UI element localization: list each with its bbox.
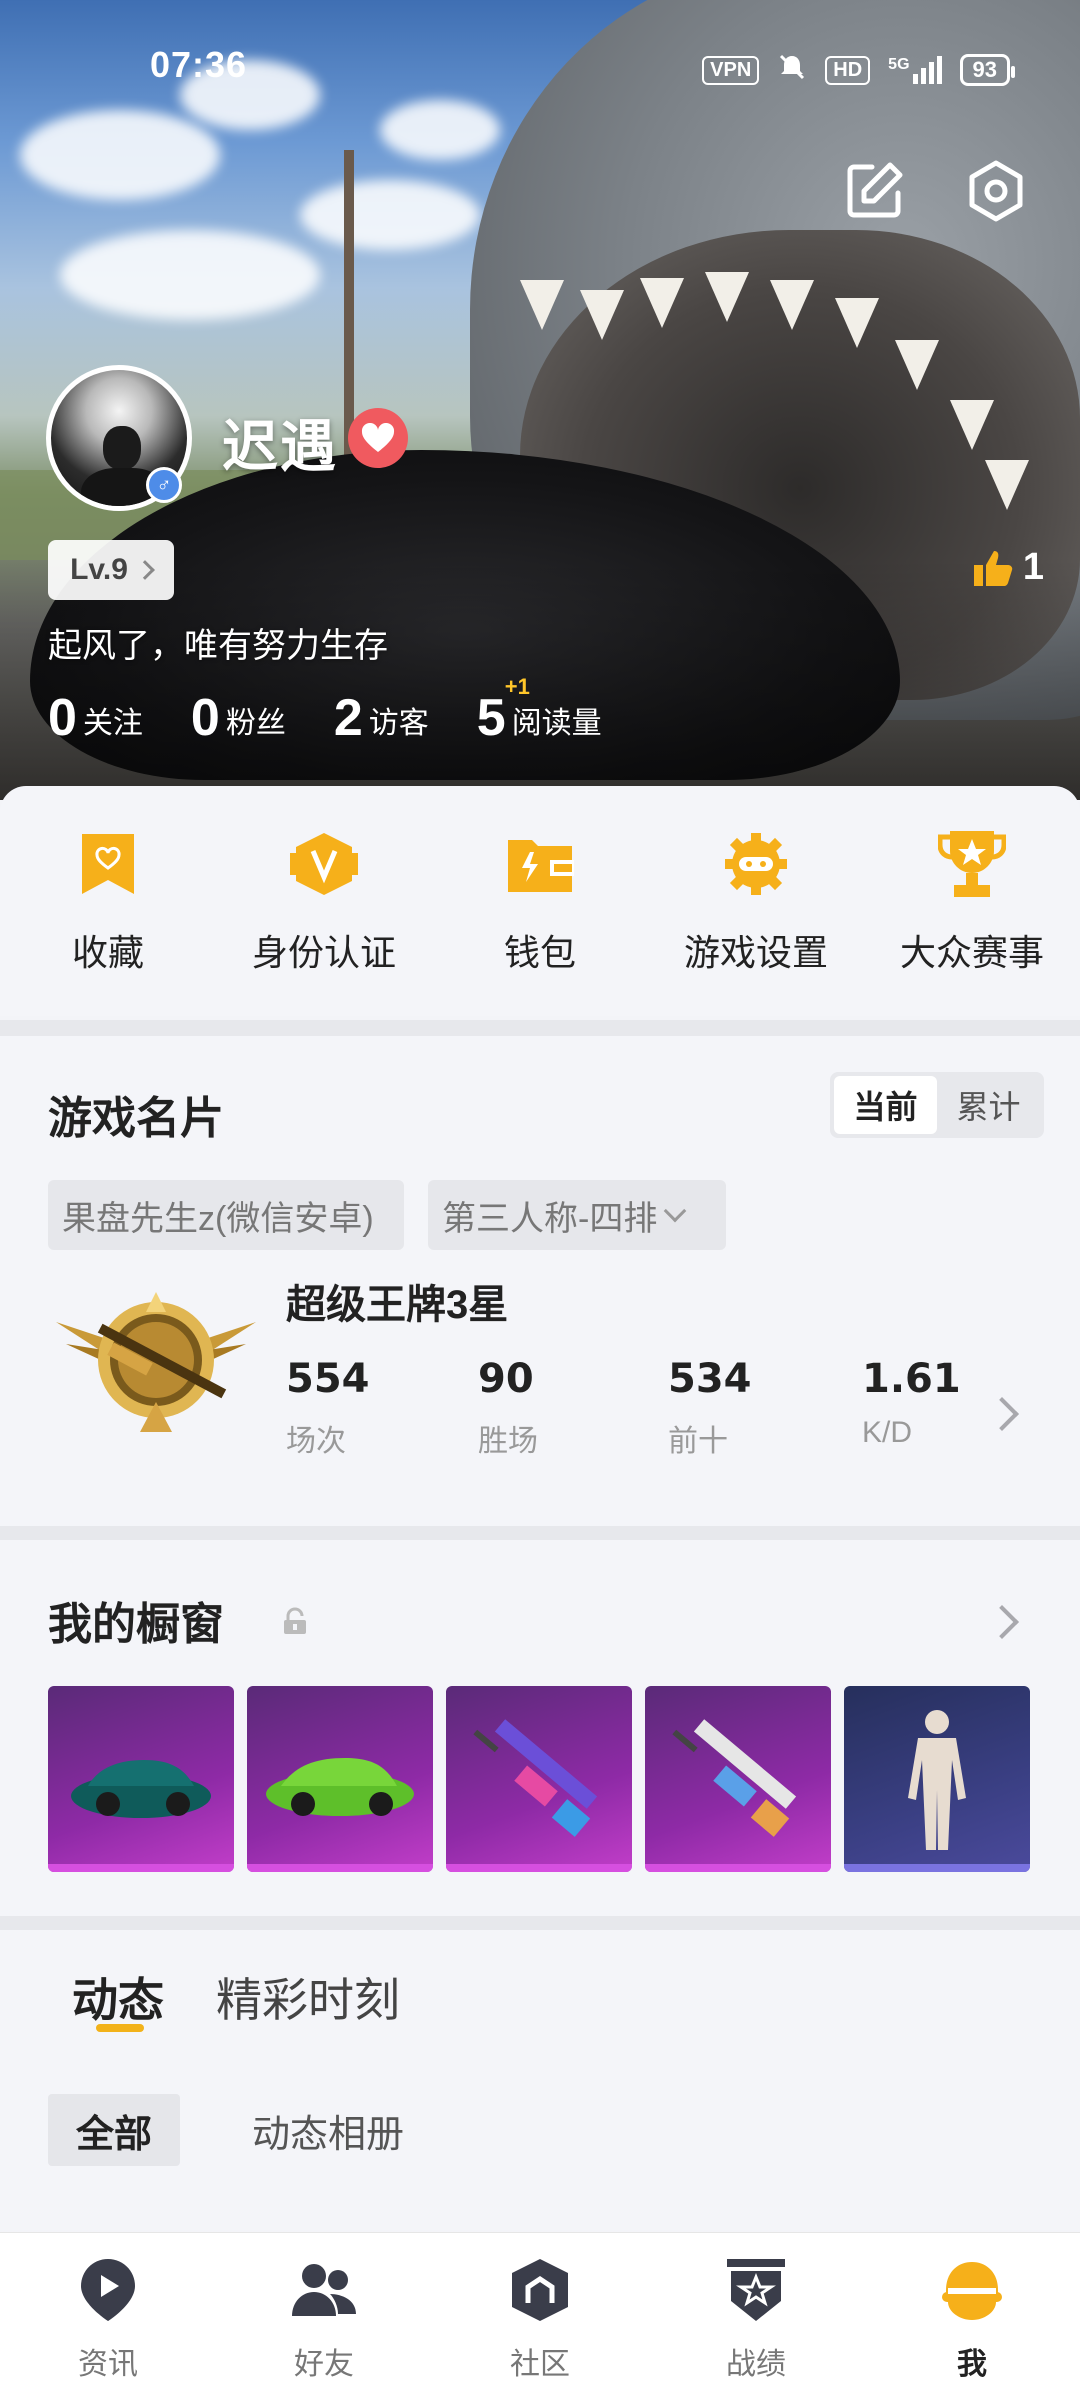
vpn-indicator: VPN: [702, 55, 760, 85]
rifle-icon: [672, 1719, 797, 1837]
toggle-current[interactable]: 当前: [834, 1076, 937, 1134]
stat-fans[interactable]: 0 粉丝: [191, 692, 286, 744]
like-count-value: 1: [1022, 546, 1044, 588]
nav-community[interactable]: 社区: [460, 2255, 620, 2383]
level-badge[interactable]: Lv.9: [48, 540, 174, 600]
rank-title: 超级王牌3星: [286, 1283, 509, 1327]
verify-icon: [288, 828, 360, 900]
record-icon: [721, 2255, 791, 2325]
quick-item-favorites[interactable]: 收藏: [8, 828, 208, 976]
like-count[interactable]: 1: [973, 546, 1044, 589]
subtab-all[interactable]: 全部: [48, 2094, 180, 2166]
stat-following[interactable]: 0 关注: [48, 692, 143, 744]
account-selector[interactable]: 果盘先生z(微信安卓): [48, 1180, 404, 1250]
stat-matches: 554 场次: [286, 1356, 370, 1458]
showcase-more-chevron-icon[interactable]: [985, 1605, 1019, 1639]
stats-period-toggle: 当前 累计: [830, 1072, 1044, 1138]
lock-icon: [280, 1606, 310, 1641]
showcase-item[interactable]: [844, 1686, 1030, 1872]
outfit-icon: [908, 1710, 966, 1850]
friends-icon: [289, 2255, 359, 2325]
tab-highlights[interactable]: 精彩时刻: [216, 1964, 400, 2030]
heart-icon[interactable]: [348, 408, 408, 468]
tab-indicator: [96, 2024, 144, 2032]
nickname: 迟遇: [222, 415, 338, 478]
stat-kd: 1.61 K/D: [862, 1356, 961, 1449]
divider: [0, 1020, 1080, 1036]
showcase-item[interactable]: [48, 1686, 234, 1872]
stat-top10: 534 前十: [668, 1356, 752, 1458]
toggle-cumulative[interactable]: 累计: [937, 1076, 1040, 1134]
bottom-nav: 资讯 好友 社区 战绩 我: [0, 2232, 1080, 2400]
rifle-icon: [473, 1719, 598, 1837]
edit-profile-button[interactable]: [838, 155, 910, 227]
car-icon: [266, 1758, 414, 1816]
nav-me[interactable]: 我: [892, 2255, 1052, 2383]
status-time: 07:36: [150, 44, 248, 85]
bookmark-icon: [72, 828, 144, 900]
subtab-album[interactable]: 动态相册: [252, 2094, 404, 2166]
stat-visitors[interactable]: 2 访客: [334, 692, 429, 744]
battery-indicator: 93: [959, 54, 1016, 86]
wallet-icon: [504, 828, 576, 900]
mode-selector[interactable]: 第三人称-四排: [428, 1180, 726, 1250]
mute-icon: [777, 52, 807, 88]
signal-icon: 5G: [888, 56, 942, 84]
game-card: 游戏名片 当前 累计 果盘先生z(微信安卓) 第三人称-四排 超级王牌3星 55…: [0, 1036, 1080, 1526]
chevron-down-icon: [664, 1199, 687, 1223]
showcase-item[interactable]: [247, 1686, 433, 1872]
showcase-item[interactable]: [446, 1686, 632, 1872]
quick-item-game-settings[interactable]: 游戏设置: [656, 828, 856, 976]
hd-indicator: HD: [825, 55, 871, 85]
level-label: Lv.9: [70, 553, 128, 586]
gear-icon: [969, 160, 1023, 222]
showcase: 我的橱窗: [0, 1540, 1080, 1916]
showcase-item[interactable]: [645, 1686, 831, 1872]
car-icon: [71, 1760, 211, 1818]
news-icon: [73, 2255, 143, 2325]
status-icons: VPN HD 5G 93: [702, 52, 1016, 88]
quick-item-tournaments[interactable]: 大众赛事: [872, 828, 1072, 976]
nav-news[interactable]: 资讯: [28, 2255, 188, 2383]
male-icon: ♂: [146, 467, 182, 503]
settings-button[interactable]: [960, 155, 1032, 227]
reads-delta: +1: [504, 674, 530, 699]
community-icon: [505, 2255, 575, 2325]
game-card-title: 游戏名片: [48, 1094, 224, 1143]
showcase-title: 我的橱窗: [48, 1600, 224, 1649]
edit-icon: [847, 162, 903, 218]
trophy-icon: [936, 828, 1008, 900]
rank-badge-icon: [52, 1282, 260, 1442]
quick-item-verification[interactable]: 身份认证: [224, 828, 424, 976]
feed-section: 动态 精彩时刻 全部 动态相册: [0, 1930, 1080, 2230]
nav-friends[interactable]: 好友: [244, 2255, 404, 2383]
nav-record[interactable]: 战绩: [676, 2255, 836, 2383]
bio-text: 起风了，唯有努力生存: [48, 627, 388, 665]
stat-wins: 90 胜场: [478, 1356, 538, 1458]
chevron-right-icon: [135, 560, 155, 580]
stat-reads[interactable]: +1 5 阅读量: [477, 674, 602, 744]
quick-menu: 收藏 身份认证 钱包 游戏设置 大众赛事: [0, 786, 1080, 1016]
tab-posts[interactable]: 动态: [72, 1964, 164, 2030]
quick-item-wallet[interactable]: 钱包: [440, 828, 640, 976]
me-icon: [937, 2255, 1007, 2325]
gamepad-gear-icon: [720, 828, 792, 900]
profile-stats: 0 关注 0 粉丝 2 访客 +1 5 阅读量: [48, 674, 602, 744]
thumbs-up-icon: [973, 550, 1013, 586]
